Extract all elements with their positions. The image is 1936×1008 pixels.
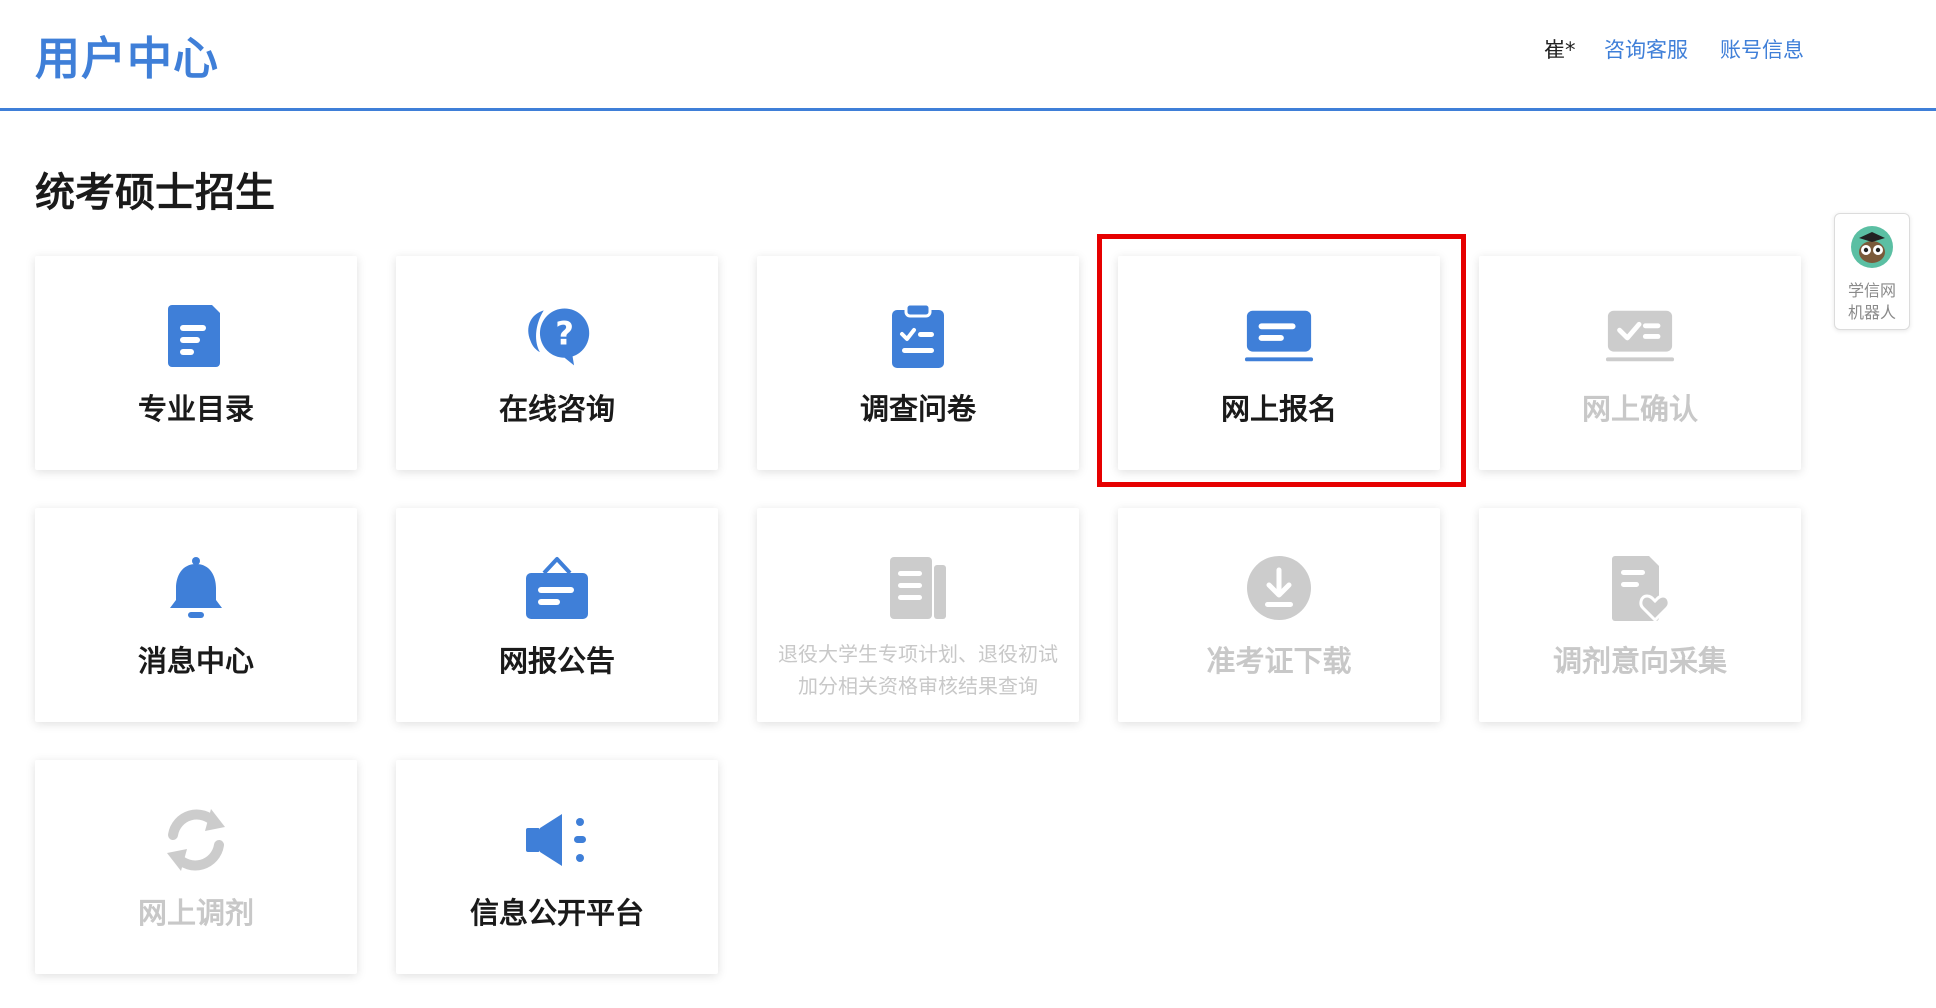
robot-label-line1: 学信网: [1847, 281, 1896, 300]
card-register-icon: [1243, 300, 1315, 372]
robot-label-line2: 机器人: [1847, 303, 1896, 322]
customer-service-link[interactable]: 咨询客服: [1604, 34, 1688, 64]
clipboard-check-icon: [882, 300, 954, 372]
catalog-icon: [160, 300, 232, 372]
bell-icon: [160, 552, 232, 624]
card-label: 消息中心: [137, 644, 254, 678]
card-adjustment-intent[interactable]: 调剂意向采集: [1479, 508, 1801, 722]
megaphone-icon: [521, 804, 593, 876]
card-label: 网上调剂: [137, 896, 254, 930]
card-label: 网报公告: [498, 644, 615, 678]
card-label: 准考证下载: [1206, 644, 1352, 678]
download-circle-icon: [1243, 552, 1315, 624]
section-title: 统考硕士招生: [35, 170, 275, 216]
card-online-consult[interactable]: ? 在线咨询: [396, 256, 718, 470]
card-online-registration[interactable]: 网上报名: [1118, 256, 1440, 470]
card-announcements[interactable]: 网报公告: [396, 508, 718, 722]
card-label: 退役大学生专项计划、退役初试加分相关资格审核结果查询: [778, 642, 1058, 698]
card-online-confirm[interactable]: 网上确认: [1479, 256, 1801, 470]
card-label: 调查问卷: [859, 392, 976, 426]
confirm-check-icon: [1604, 300, 1676, 372]
user-name: 崔*: [1544, 38, 1576, 62]
card-label: 信息公开平台: [469, 896, 644, 930]
consult-question-icon: ?: [521, 300, 593, 372]
card-label: 网上报名: [1220, 392, 1337, 426]
card-info-disclosure-platform[interactable]: 信息公开平台: [396, 760, 718, 974]
document-heart-icon: [1604, 552, 1676, 624]
notice-board-icon: [521, 552, 593, 624]
document-list-icon: [882, 552, 954, 624]
account-info-link[interactable]: 账号信息: [1720, 34, 1804, 64]
card-veteran-qualification-query[interactable]: 退役大学生专项计划、退役初试加分相关资格审核结果查询: [757, 508, 1079, 722]
card-label: 调剂意向采集: [1552, 644, 1727, 678]
robot-avatar-icon: [1851, 226, 1893, 268]
card-label: 专业目录: [137, 392, 254, 426]
card-admission-ticket-download[interactable]: 准考证下载: [1118, 508, 1440, 722]
card-label: 在线咨询: [498, 392, 615, 426]
card-label: 网上确认: [1581, 392, 1698, 426]
refresh-icon: [160, 804, 232, 876]
svg-text:?: ?: [555, 315, 574, 353]
xuexin-robot-button[interactable]: 学信网 机器人: [1834, 213, 1910, 330]
card-major-catalog[interactable]: 专业目录: [35, 256, 357, 470]
card-message-center[interactable]: 消息中心: [35, 508, 357, 722]
site-title: 用户中心: [35, 32, 220, 85]
top-header: 用户中心 崔* 咨询客服 账号信息: [0, 0, 1936, 111]
card-survey[interactable]: 调查问卷: [757, 256, 1079, 470]
card-online-adjustment[interactable]: 网上调剂: [35, 760, 357, 974]
